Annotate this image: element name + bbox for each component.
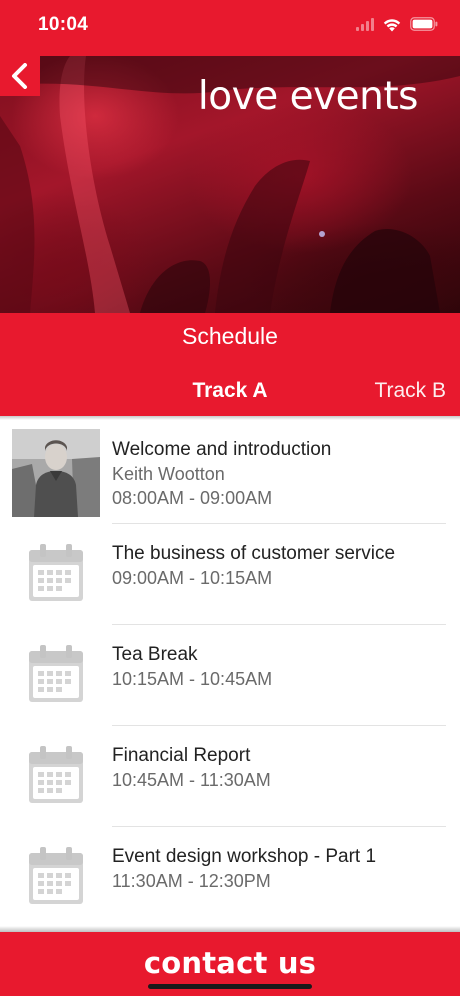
page-title: Schedule bbox=[182, 323, 278, 349]
session-speaker: Keith Wootton bbox=[112, 464, 225, 484]
schedule-header: Schedule Track A Track B bbox=[0, 313, 460, 416]
session-title: Event design workshop - Part 1 bbox=[112, 846, 377, 867]
session-time: 08:00AM - 09:00AM bbox=[112, 488, 273, 508]
calendar-icon bbox=[29, 645, 83, 702]
status-icons bbox=[356, 15, 438, 33]
session-text: Tea Break 10:15AM - 10:45AM bbox=[112, 643, 272, 691]
tab-track-b[interactable]: Track B bbox=[374, 379, 446, 403]
session-text: Welcome and introduction Keith Wootton 0… bbox=[112, 438, 331, 510]
list-item[interactable]: The business of customer service 09:00AM… bbox=[0, 524, 460, 625]
session-title: Tea Break bbox=[112, 644, 198, 665]
calendar-icon bbox=[29, 847, 83, 904]
session-title: Financial Report bbox=[112, 745, 251, 766]
calendar-icon bbox=[29, 746, 83, 803]
session-time: 10:45AM - 11:30AM bbox=[112, 770, 271, 790]
brand-logo: love events bbox=[197, 74, 419, 119]
session-text: The business of customer service 09:00AM… bbox=[112, 542, 395, 590]
session-time: 10:15AM - 10:45AM bbox=[112, 669, 273, 689]
speaker-photo bbox=[12, 429, 100, 517]
session-list: Welcome and introduction Keith Wootton 0… bbox=[0, 420, 460, 928]
back-button[interactable] bbox=[0, 56, 40, 96]
chevron-left-icon bbox=[12, 63, 27, 89]
session-title: Welcome and introduction bbox=[112, 439, 332, 460]
session-title: The business of customer service bbox=[112, 543, 396, 564]
calendar-icon bbox=[29, 544, 83, 601]
cellular-signal-icon bbox=[356, 17, 374, 31]
session-time: 11:30AM - 12:30PM bbox=[112, 871, 271, 891]
session-time: 09:00AM - 10:15AM bbox=[112, 568, 273, 588]
session-text: Event design workshop - Part 1 11:30AM -… bbox=[112, 845, 376, 893]
list-item[interactable]: Event design workshop - Part 1 11:30AM -… bbox=[0, 827, 460, 928]
wifi-icon bbox=[382, 17, 402, 32]
list-item[interactable]: Tea Break 10:15AM - 10:45AM bbox=[0, 625, 460, 726]
session-text: Financial Report 10:45AM - 11:30AM bbox=[112, 744, 271, 792]
battery-icon bbox=[410, 17, 438, 31]
list-item[interactable]: Welcome and introduction Keith Wootton 0… bbox=[0, 420, 460, 524]
status-time: 10:04 bbox=[38, 14, 89, 35]
status-bar: 10:04 bbox=[0, 0, 460, 56]
list-item[interactable]: Financial Report 10:45AM - 11:30AM bbox=[0, 726, 460, 827]
home-indicator bbox=[148, 984, 312, 989]
